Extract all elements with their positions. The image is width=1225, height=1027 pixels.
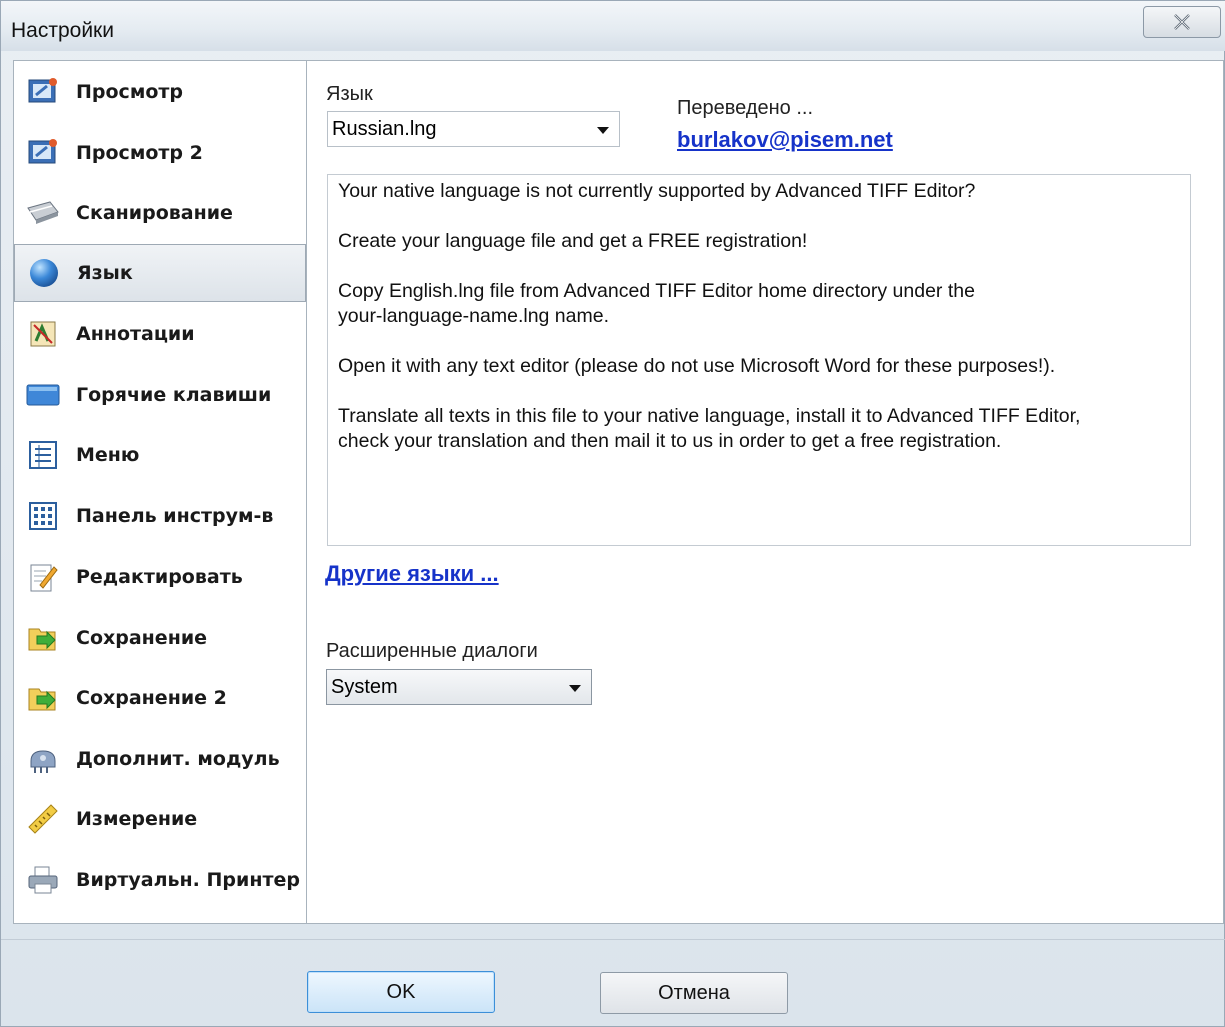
toolbar-icon [26, 499, 60, 533]
footer-divider [1, 939, 1225, 940]
info-paragraph: Your native language is not currently su… [338, 180, 976, 202]
ruler-icon [26, 802, 60, 836]
sidebar-item-annotations[interactable]: Аннотации [14, 305, 306, 363]
sidebar-item-label: Сохранение [76, 627, 208, 649]
sidebar-item-hotkeys[interactable]: Горячие клавиши [14, 366, 306, 424]
sidebar-item-label: Виртуальн. Принтер [76, 869, 300, 891]
info-paragraph: Create your language file and get a FREE… [338, 230, 808, 252]
sidebar-item-label: Редактировать [76, 566, 243, 588]
sidebar-item-save[interactable]: Сохранение [14, 609, 306, 667]
sidebar-item-view[interactable]: Просмотр [14, 63, 306, 121]
sidebar-item-label: Язык [77, 262, 133, 284]
translator-email-link[interactable]: burlakov@pisem.net [677, 127, 893, 153]
sidebar-item-scanning[interactable]: Сканирование [14, 184, 306, 242]
settings-sidebar: Просмотр Просмотр 2 Сканирование Язык Ан [13, 60, 307, 924]
sidebar-item-label: Горячие клавиши [76, 384, 272, 406]
scanner-icon [26, 196, 60, 230]
extended-dialogs-select[interactable]: System [326, 669, 592, 705]
sidebar-item-edit[interactable]: Редактировать [14, 548, 306, 606]
sidebar-item-view-2[interactable]: Просмотр 2 [14, 124, 306, 182]
sidebar-item-label: Просмотр [76, 81, 184, 103]
sidebar-item-plugin[interactable]: Дополнит. модуль [14, 730, 306, 788]
sidebar-item-language[interactable]: Язык [14, 244, 306, 302]
edit-icon [26, 560, 60, 594]
language-settings-panel: Язык Russian.lng Переведено ... burlakov… [307, 60, 1224, 924]
sidebar-item-label: Аннотации [76, 323, 195, 345]
sidebar-item-measure[interactable]: Измерение [14, 790, 306, 848]
sidebar-item-label: Дополнит. модуль [76, 748, 280, 770]
info-paragraph: Translate all texts in this file to your… [338, 405, 1081, 452]
info-paragraph: Copy English.lng file from Advanced TIFF… [338, 280, 975, 327]
keyboard-icon [26, 378, 60, 412]
plugin-icon [26, 742, 60, 776]
sidebar-item-label: Измерение [76, 808, 198, 830]
title-bar: Настройки [1, 1, 1225, 51]
sidebar-item-label: Сохранение 2 [76, 687, 227, 709]
ok-button[interactable]: OK [307, 971, 495, 1013]
cancel-button[interactable]: Отмена [600, 972, 788, 1014]
sidebar-item-label: Меню [76, 444, 140, 466]
language-select-value: Russian.lng [332, 118, 437, 140]
view-icon [26, 75, 60, 109]
save-folder-icon [26, 681, 60, 715]
chevron-down-icon [569, 685, 581, 692]
window-title: Настройки [11, 19, 114, 42]
close-icon [1174, 14, 1190, 30]
sidebar-item-virtual-printer[interactable]: Виртуальн. Принтер [14, 851, 306, 909]
translated-by-label: Переведено ... [677, 97, 814, 119]
language-label: Язык [326, 83, 373, 105]
language-info-text: Your native language is not currently su… [327, 174, 1191, 546]
sidebar-item-label: Сканирование [76, 202, 233, 224]
settings-window: Настройки Просмотр Просмотр 2 Сканирован… [0, 0, 1225, 1027]
close-button[interactable] [1143, 6, 1221, 38]
language-select[interactable]: Russian.lng [327, 111, 620, 147]
printer-icon [26, 863, 60, 897]
save-folder-icon [26, 621, 60, 655]
extended-dialogs-value: System [331, 676, 398, 698]
sidebar-item-label: Панель инструм-в [76, 505, 274, 527]
other-languages-link[interactable]: Другие языки ... [325, 561, 499, 587]
chevron-down-icon [597, 127, 609, 134]
annotation-icon [26, 317, 60, 351]
sidebar-item-toolbar[interactable]: Панель инструм-в [14, 487, 306, 545]
globe-icon [27, 256, 61, 290]
view-icon [26, 136, 60, 170]
sidebar-item-save-2[interactable]: Сохранение 2 [14, 669, 306, 727]
info-paragraph: Open it with any text editor (please do … [338, 355, 1056, 377]
sidebar-item-label: Просмотр 2 [76, 142, 203, 164]
extended-dialogs-label: Расширенные диалоги [326, 640, 538, 662]
menu-icon [26, 438, 60, 472]
sidebar-item-menu[interactable]: Меню [14, 426, 306, 484]
